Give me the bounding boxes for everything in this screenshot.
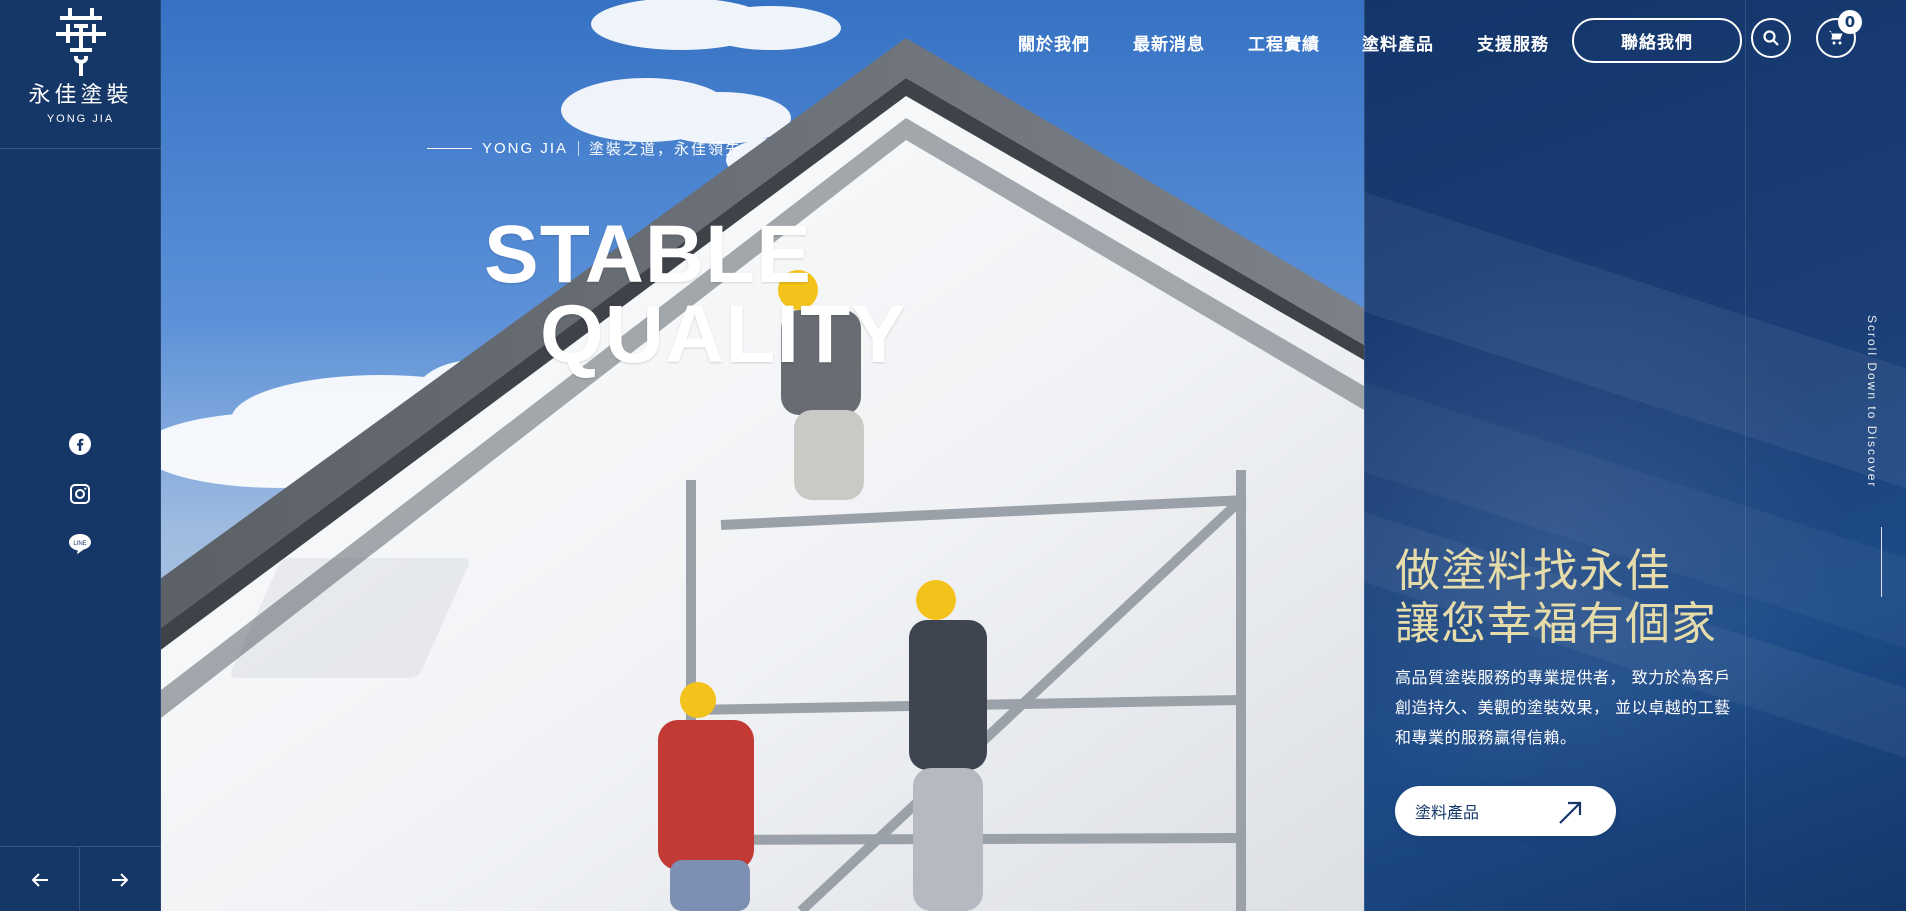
nav-projects[interactable]: 工程實績 [1248,30,1320,55]
arrow-right-icon [112,872,129,887]
panel-divider-right [1745,0,1746,911]
instagram-icon [70,484,90,504]
panel-heading-line-2: 讓您幸福有個家 [1395,597,1718,651]
contact-button[interactable]: 聯絡我們 [1572,18,1742,63]
panel-divider-left [1364,0,1365,911]
panel-heading: 做塗料找永佳 讓您幸福有個家 [1395,544,1717,650]
main-navigation: 關於我們 最新消息 工程實績 塗料產品 支援服務 聯絡我們 0 [1018,10,1878,64]
tagline-divider [578,141,580,156]
tagline-line [427,148,472,149]
hero-title-line-2: QUALITY [540,289,907,381]
nav-news[interactable]: 最新消息 [1133,30,1205,55]
hero-title: STABLE QUALITY [484,213,907,381]
nav-support[interactable]: 支援服務 [1477,30,1549,55]
hero-tagline-text: 塗裝之道，永佳領先 [589,141,743,158]
right-panel: 做塗料找永佳 讓您幸福有個家 高品質塗裝服務的專業提供者， 致力於為客戶創造持久… [1364,0,1906,911]
arrow-up-right-icon [1559,801,1582,824]
hero-tagline: YONG JIA 塗裝之道，永佳領先 [427,138,742,159]
left-sidebar: 永佳塗裝 YONG JIA LINE [0,0,161,911]
hero-section: YONG JIA 塗裝之道，永佳領先 STABLE QUALITY [161,0,1364,911]
scroll-text: Scroll Down to Discover [1865,315,1879,489]
cart-count-badge: 0 [1838,10,1862,34]
line-link[interactable]: LINE [66,530,94,558]
instagram-link[interactable] [66,480,94,508]
scroll-line [1881,527,1882,597]
nav-products[interactable]: 塗料產品 [1362,30,1434,55]
hero-illustration [161,0,1364,911]
previous-slide-button[interactable] [0,847,80,911]
search-button[interactable] [1751,18,1791,58]
paint-products-button[interactable]: 塗料產品 [1395,786,1616,836]
paint-products-button-label: 塗料產品 [1415,803,1480,822]
brand-name: 永佳塗裝 [28,83,133,108]
scroll-indicator: Scroll Down to Discover [1865,315,1885,597]
panel-heading-line-1: 做塗料找永佳 [1395,544,1672,598]
brand[interactable]: 永佳塗裝 YONG JIA [0,0,161,149]
svg-text:LINE: LINE [73,541,86,547]
nav-about[interactable]: 關於我們 [1018,30,1090,55]
line-icon: LINE [69,534,91,554]
search-icon [1763,30,1779,46]
facebook-icon [69,433,91,455]
brand-subtitle: YONG JIA [46,113,115,125]
next-slide-button[interactable] [80,847,160,911]
brand-logo-icon [56,8,106,76]
arrow-left-icon [31,872,48,887]
hero-title-line-1: STABLE [484,208,812,300]
panel-description: 高品質塗裝服務的專業提供者， 致力於為客戶創造持久、美觀的塗裝效果， 並以卓越的… [1395,668,1731,747]
slide-navigation [0,846,161,911]
hero-tagline-brand: YONG JIA [482,140,569,157]
facebook-link[interactable] [66,430,94,458]
page: 永佳塗裝 YONG JIA LINE YONG JIA 塗裝之道，永佳領先 ST… [0,0,1906,911]
